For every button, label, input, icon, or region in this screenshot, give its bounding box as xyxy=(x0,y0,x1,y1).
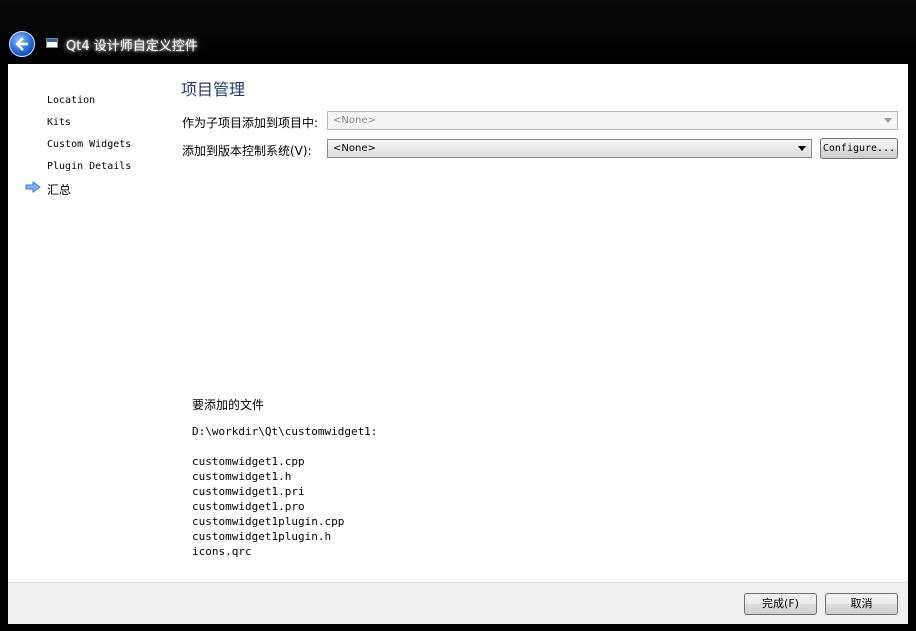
nav-item-location[interactable]: Location xyxy=(47,95,95,106)
files-heading: 要添加的文件 xyxy=(192,398,265,412)
add-to-project-combo: <None> xyxy=(327,111,898,130)
page-title: 项目管理 xyxy=(181,80,246,99)
finish-button[interactable]: 完成(F) xyxy=(744,593,817,615)
wizard-content: Location Kits Custom Widgets Plugin Deta… xyxy=(8,64,908,582)
vcs-label: 添加到版本控制系统(V): xyxy=(182,144,312,158)
add-to-project-value: <None> xyxy=(333,115,376,126)
file-item: customwidget1.pri xyxy=(192,485,305,498)
file-item: customwidget1.cpp xyxy=(192,455,305,468)
chevron-down-icon xyxy=(884,118,892,123)
nav-item-plugin-details[interactable]: Plugin Details xyxy=(47,161,131,172)
nav-item-kits[interactable]: Kits xyxy=(47,117,71,128)
file-item: customwidget1plugin.cpp xyxy=(192,515,345,528)
files-directory: D:\workdir\Qt\customwidget1: xyxy=(192,425,378,438)
title-bar: Qt4 设计师自定义控件 xyxy=(0,0,916,64)
file-item: customwidget1plugin.h xyxy=(192,530,332,543)
button-bar: 完成(F) 取消 xyxy=(8,582,908,625)
file-item: customwidget1.pro xyxy=(192,500,305,513)
back-button[interactable] xyxy=(9,31,35,57)
window-title: Qt4 设计师自定义控件 xyxy=(66,39,198,54)
add-to-project-label: 作为子项目添加到项目中: xyxy=(182,116,319,130)
file-item: icons.qrc xyxy=(192,545,252,558)
file-item: customwidget1.h xyxy=(192,470,292,483)
cancel-button[interactable]: 取消 xyxy=(825,593,898,615)
chevron-down-icon xyxy=(798,146,806,151)
back-arrow-icon xyxy=(15,37,28,51)
current-step-arrow-icon xyxy=(25,181,41,193)
window-frame-bottom xyxy=(0,624,916,631)
nav-item-custom-widgets[interactable]: Custom Widgets xyxy=(47,139,131,150)
app-icon xyxy=(46,38,58,48)
configure-button[interactable]: Configure... xyxy=(820,138,898,159)
vcs-combo[interactable]: <None> xyxy=(327,139,812,158)
nav-item-summary[interactable]: 汇总 xyxy=(47,181,71,198)
vcs-value: <None> xyxy=(333,143,376,154)
